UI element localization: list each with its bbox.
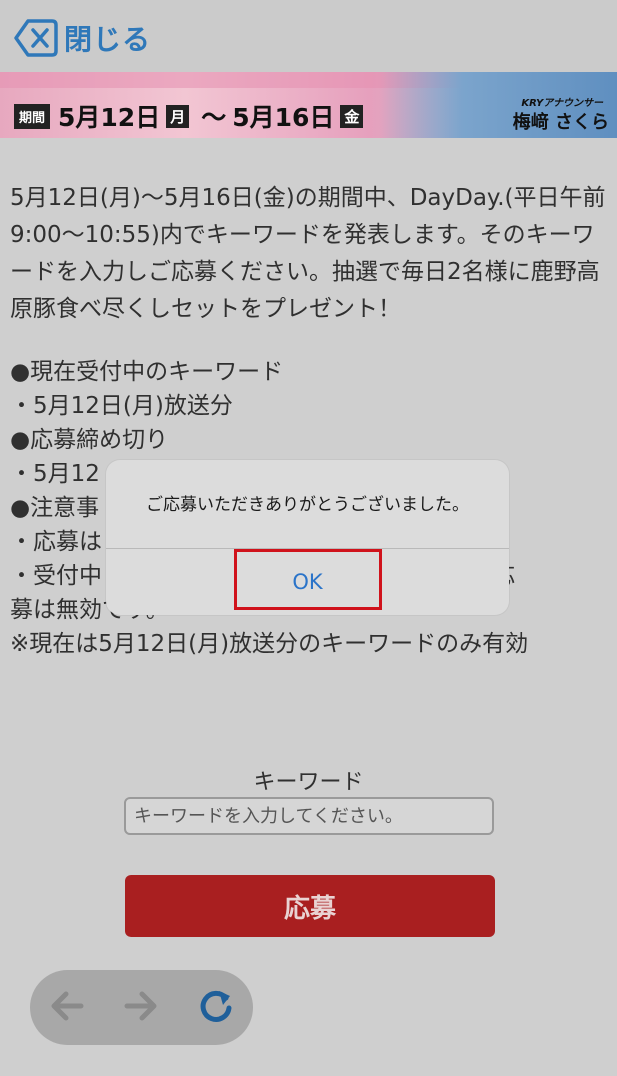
- reload-button[interactable]: [181, 970, 251, 1045]
- top-bar: 閉じる: [0, 0, 617, 72]
- campaign-banner: 期間 5月12日 月 〜 5月16日 金 KRYアナウンサー 梅﨑 さくら: [0, 72, 617, 138]
- period-tag: 期間: [14, 103, 51, 129]
- info-line: ●応募締め切り: [10, 427, 169, 453]
- back-button[interactable]: [32, 970, 102, 1045]
- start-date: 5月12日: [58, 103, 161, 132]
- close-button[interactable]: 閉じる: [14, 18, 151, 58]
- forward-arrow-icon: [121, 986, 161, 1030]
- start-day: 月: [166, 104, 190, 128]
- apply-button[interactable]: 応募: [125, 875, 495, 937]
- end-date: 5月16日: [232, 103, 335, 132]
- campaign-description: 5月12日(月)〜5月16日(金)の期間中、DayDay.(平日午前9:00〜1…: [10, 185, 606, 322]
- forward-button[interactable]: [106, 970, 176, 1045]
- back-arrow-icon: [47, 986, 87, 1030]
- info-line: ※現在は5月12日(月)放送分のキーワードのみ有効: [10, 631, 529, 657]
- close-icon: [14, 18, 58, 58]
- announcer-label: KRYアナウンサー: [521, 98, 603, 109]
- period-row: 期間 5月12日 月 〜 5月16日 金: [14, 98, 369, 134]
- end-day: 金: [340, 104, 364, 128]
- keyword-label: キーワード: [253, 770, 364, 795]
- info-line: ●現在受付中のキーワード: [10, 359, 284, 385]
- announcer-name: 梅﨑 さくら: [512, 112, 609, 133]
- dialog-message: ご応募いただきありがとうございました。: [146, 495, 469, 515]
- browser-nav: [30, 970, 253, 1045]
- reload-icon: [196, 986, 236, 1030]
- close-label: 閉じる: [64, 23, 152, 56]
- info-line: ・5月12日(月)放送分: [10, 393, 233, 419]
- ok-button-highlight: [234, 549, 382, 610]
- keyword-input[interactable]: [124, 797, 494, 835]
- period-tilde: 〜: [201, 103, 227, 132]
